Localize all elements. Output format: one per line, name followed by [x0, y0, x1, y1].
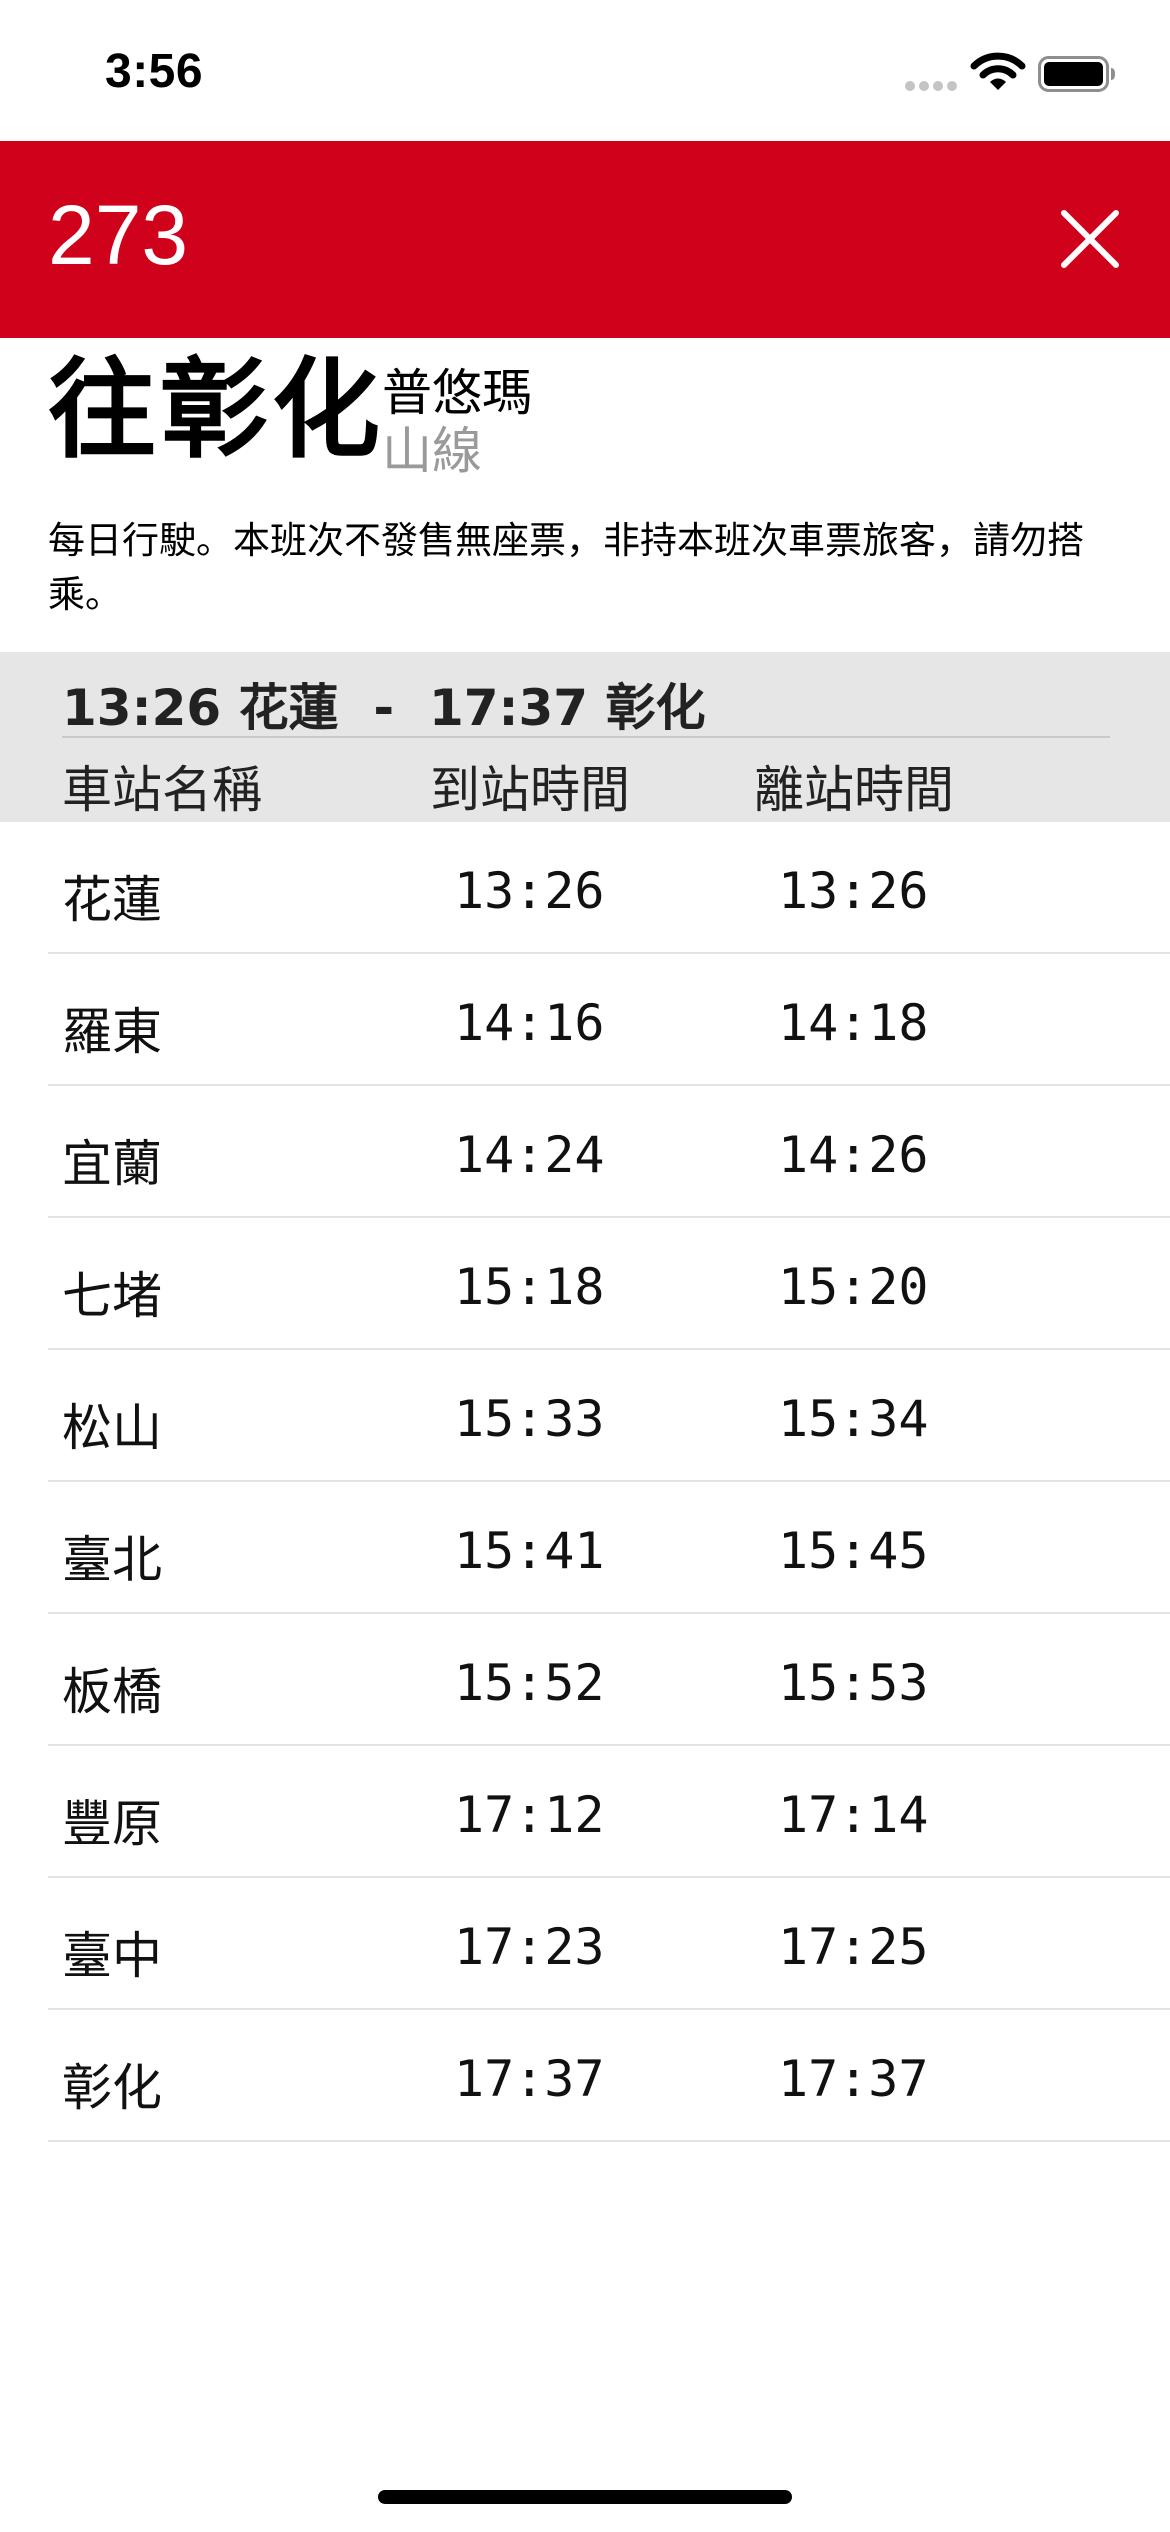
table-row[interactable]: 羅東 14:16 14:18 [0, 954, 1170, 1086]
departure-time: 17:14 [778, 1786, 929, 1844]
battery-icon [1038, 56, 1115, 92]
arrival-time: 17:37 [454, 2050, 605, 2108]
departure-time: 15:45 [778, 1522, 929, 1580]
arrival-time: 14:24 [454, 1126, 605, 1184]
timetable-header: 13:26 花蓮 - 17:37 彰化 車站名稱 到站時間 離站時間 [0, 652, 1170, 822]
departure-time: 17:37 [778, 2050, 929, 2108]
arrival-time: 15:41 [454, 1522, 605, 1580]
station-name: 宜蘭 [62, 1135, 162, 1193]
station-name: 羅東 [62, 1003, 162, 1061]
wifi-icon [970, 52, 1026, 90]
service-note: 每日行駛。本班次不發售無座票，非持本班次車票旅客，請勿搭乘。 [48, 519, 1084, 616]
line-name: 山線 [382, 422, 482, 480]
departure-time: 14:18 [778, 994, 929, 1052]
table-row[interactable]: 豐原 17:12 17:14 [0, 1746, 1170, 1878]
header-divider [62, 736, 1110, 738]
table-row[interactable]: 花蓮 13:26 13:26 [0, 822, 1170, 954]
table-row[interactable]: 松山 15:33 15:34 [0, 1350, 1170, 1482]
station-name: 松山 [62, 1399, 162, 1457]
column-header-station: 車站名稱 [62, 761, 262, 819]
train-type: 普悠瑪 [382, 364, 532, 422]
table-row[interactable]: 宜蘭 14:24 14:26 [0, 1086, 1170, 1218]
arrival-time: 15:18 [454, 1258, 605, 1316]
arrival-time: 17:12 [454, 1786, 605, 1844]
status-time: 3:56 [105, 45, 204, 98]
departure-time: 14:26 [778, 1126, 929, 1184]
station-name: 臺中 [62, 1927, 162, 1985]
train-header: 273 [0, 141, 1170, 338]
screen: 3:56 273 往彰化 普悠瑪 山線 每日行駛。本班次不發售無座票，非持本班次… [0, 0, 1170, 2532]
table-row[interactable]: 七堵 15:18 15:20 [0, 1218, 1170, 1350]
arrival-time: 17:23 [454, 1918, 605, 1976]
route-summary: 13:26 花蓮 - 17:37 彰化 [62, 679, 706, 737]
departure-time: 13:26 [778, 862, 929, 920]
table-row[interactable]: 臺中 17:23 17:25 [0, 1878, 1170, 2010]
home-indicator[interactable] [378, 2490, 792, 2504]
status-bar: 3:56 [0, 0, 1170, 141]
departure-time: 15:20 [778, 1258, 929, 1316]
arrival-time: 15:33 [454, 1390, 605, 1448]
departure-time: 15:53 [778, 1654, 929, 1712]
column-header-arrival: 到站時間 [430, 761, 630, 819]
table-row[interactable]: 彰化 17:37 17:37 [0, 2010, 1170, 2142]
column-header-departure: 離站時間 [754, 761, 954, 819]
station-name: 板橋 [62, 1663, 162, 1721]
train-number: 273 [48, 188, 189, 282]
cellular-signal-icon [905, 81, 957, 91]
station-name: 臺北 [62, 1531, 162, 1589]
table-row[interactable]: 板橋 15:52 15:53 [0, 1614, 1170, 1746]
destination-title: 往彰化 [48, 348, 385, 473]
station-name: 七堵 [62, 1267, 162, 1325]
station-name: 彰化 [62, 2059, 162, 2117]
departure-time: 15:34 [778, 1390, 929, 1448]
timetable-rows: 花蓮 13:26 13:26 羅東 14:16 14:18 宜蘭 14:24 1… [0, 822, 1170, 2142]
arrival-time: 14:16 [454, 994, 605, 1052]
table-row[interactable]: 臺北 15:41 15:45 [0, 1482, 1170, 1614]
station-name: 花蓮 [62, 871, 162, 929]
station-name: 豐原 [62, 1795, 162, 1853]
arrival-time: 15:52 [454, 1654, 605, 1712]
arrival-time: 13:26 [454, 862, 605, 920]
close-icon[interactable] [1050, 199, 1130, 279]
departure-time: 17:25 [778, 1918, 929, 1976]
